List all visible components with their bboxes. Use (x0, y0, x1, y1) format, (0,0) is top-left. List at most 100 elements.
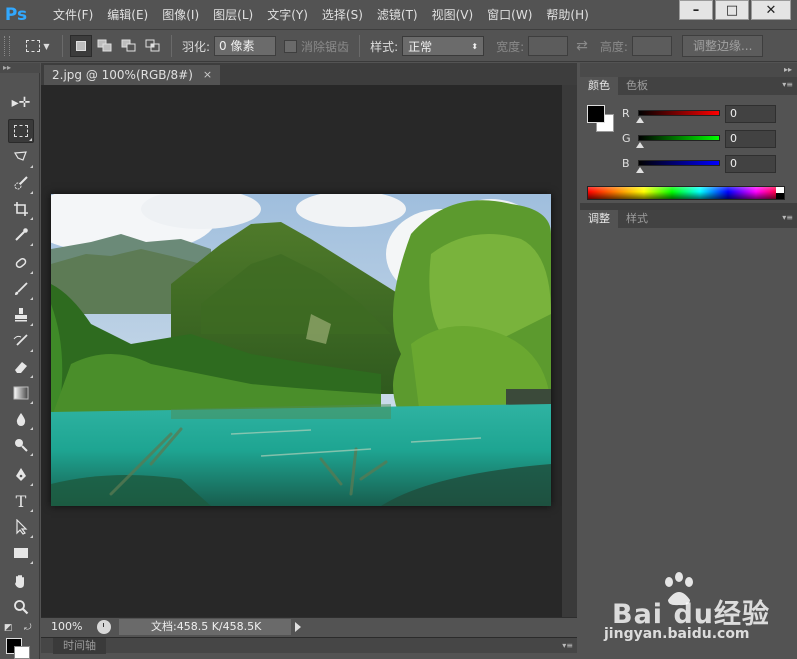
hand-tool-icon[interactable] (8, 569, 34, 593)
document-info: 文档:458.5 K/458.5K (119, 618, 291, 635)
canvas-area[interactable] (41, 85, 577, 617)
red-slider-track[interactable] (638, 110, 720, 116)
eraser-tool-icon[interactable] (8, 355, 34, 379)
width-input[interactable] (528, 36, 569, 56)
panel-divider[interactable] (580, 203, 797, 210)
color-panel-tabs: 颜色 色板 ▾≡ (580, 77, 797, 95)
timeline-tab[interactable]: 时间轴 (53, 638, 106, 654)
select-arrows-icon: ⬍ (471, 41, 479, 51)
new-selection-icon (76, 41, 86, 51)
antialias-checkbox[interactable] (284, 39, 298, 53)
style-select[interactable]: 正常 ⬍ (402, 36, 485, 56)
type-tool-icon[interactable]: T (8, 489, 34, 513)
menu-type[interactable]: 文字(Y) (260, 0, 315, 30)
path-selection-tool-icon[interactable] (8, 515, 34, 539)
divider (62, 35, 63, 57)
red-value-input[interactable]: 0 (725, 105, 776, 123)
collapse-panels-icon[interactable]: ▸▸ (784, 63, 792, 77)
spot-healing-tool-icon[interactable] (8, 251, 34, 275)
menu-edit[interactable]: 编辑(E) (100, 0, 155, 30)
eyedropper-tool-icon[interactable] (8, 223, 34, 247)
tab-styles[interactable]: 样式 (618, 210, 656, 228)
pen-tool-icon[interactable] (8, 463, 34, 487)
menu-help[interactable]: 帮助(H) (539, 0, 595, 30)
tools-panel: ▸✛ T ◩ ⤾ (0, 73, 40, 659)
swap-icon[interactable]: ⇄ (576, 38, 588, 54)
panel-menu-icon[interactable]: ▾≡ (559, 641, 573, 651)
close-tab-icon[interactable]: × (203, 65, 212, 85)
subtract-selection-button[interactable] (118, 35, 140, 57)
history-brush-tool-icon[interactable] (8, 329, 34, 353)
brush-tool-icon[interactable] (8, 277, 34, 301)
document-tab-title: 2.jpg @ 100%(RGB/8#) (52, 68, 193, 82)
green-value-input[interactable]: 0 (725, 130, 776, 148)
background-color-swatch[interactable] (14, 646, 30, 659)
toolbar-collapse[interactable]: ▸▸ (0, 63, 40, 73)
new-selection-button[interactable] (70, 35, 92, 57)
document-tab-bar: 2.jpg @ 100%(RGB/8#) × (41, 63, 577, 85)
menu-window[interactable]: 窗口(W) (480, 0, 539, 30)
foreground-color-swatch[interactable] (587, 105, 605, 123)
blue-label: B (622, 157, 630, 170)
height-input[interactable] (631, 36, 672, 56)
lasso-tool-icon[interactable] (8, 145, 34, 169)
blur-tool-icon[interactable] (8, 407, 34, 431)
clone-stamp-tool-icon[interactable] (8, 303, 34, 327)
blue-slider-row: B 0 (622, 155, 792, 177)
add-selection-icon (97, 39, 112, 52)
height-label: 高度: (599, 39, 628, 54)
add-selection-button[interactable] (94, 35, 116, 57)
close-button[interactable]: ✕ (751, 0, 791, 20)
intersect-selection-icon (145, 39, 160, 52)
minimize-button[interactable]: – (679, 0, 713, 20)
default-colors-icon[interactable]: ◩ (4, 623, 13, 633)
menu-filter[interactable]: 滤镜(T) (370, 0, 425, 30)
panel-menu-icon[interactable]: ▾≡ (779, 80, 793, 90)
options-grip[interactable] (4, 36, 10, 56)
watermark-url: jingyan.baidu.com (604, 626, 750, 642)
menu-image[interactable]: 图像(I) (155, 0, 206, 30)
swap-colors-icon[interactable]: ⤾ (24, 623, 32, 633)
zoom-tool-icon[interactable] (8, 595, 34, 619)
tab-swatches[interactable]: 色板 (618, 77, 656, 95)
menu-file[interactable]: 文件(F) (46, 0, 100, 30)
rectangular-marquee-tool-icon[interactable] (8, 119, 34, 143)
black-white-swatch[interactable] (776, 187, 784, 199)
color-spectrum-ramp[interactable] (587, 186, 785, 200)
intersect-selection-button[interactable] (142, 35, 164, 57)
tool-preset-picker[interactable]: ▼ (20, 34, 56, 58)
panel-menu-icon[interactable]: ▾≡ (779, 213, 793, 223)
quick-selection-tool-icon[interactable] (8, 171, 34, 195)
tab-color[interactable]: 颜色 (580, 77, 618, 95)
status-bar: 100% 文档:458.5 K/458.5K (41, 617, 577, 635)
antialias-label: 消除锯齿 (301, 39, 350, 54)
green-slider-row: G 0 (622, 130, 792, 152)
menu-layer[interactable]: 图层(L) (206, 0, 260, 30)
vertical-scrollbar[interactable] (562, 85, 577, 617)
divider (359, 35, 361, 57)
tab-adjustments[interactable]: 调整 (580, 210, 618, 228)
blue-slider-track[interactable] (638, 160, 720, 166)
zoom-level[interactable]: 100% (41, 619, 89, 635)
move-tool-icon[interactable]: ▸✛ (8, 91, 34, 115)
crop-tool-icon[interactable] (8, 197, 34, 221)
menu-items: 文件(F) 编辑(E) 图像(I) 图层(L) 文字(Y) 选择(S) 滤镜(T… (46, 0, 596, 30)
red-slider-thumb[interactable] (636, 117, 644, 123)
feather-label: 羽化: (182, 39, 211, 54)
status-menu-arrow-icon[interactable] (295, 621, 301, 632)
gradient-tool-icon[interactable] (8, 381, 34, 405)
feather-input[interactable]: 0 像素 (214, 36, 277, 56)
green-slider-track[interactable] (638, 135, 720, 141)
menu-view[interactable]: 视图(V) (425, 0, 481, 30)
green-slider-thumb[interactable] (636, 142, 644, 148)
refine-edge-button[interactable]: 调整边缘... (681, 35, 764, 57)
style-label: 样式: (370, 39, 399, 54)
maximize-button[interactable]: □ (715, 0, 749, 20)
blue-slider-thumb[interactable] (636, 167, 644, 173)
menu-select[interactable]: 选择(S) (315, 0, 370, 30)
blue-value-input[interactable]: 0 (725, 155, 776, 173)
rectangle-tool-icon[interactable] (8, 541, 34, 565)
document-tab[interactable]: 2.jpg @ 100%(RGB/8#) × (44, 65, 221, 85)
dodge-tool-icon[interactable] (8, 433, 34, 457)
photoshop-logo: Ps (4, 4, 28, 25)
